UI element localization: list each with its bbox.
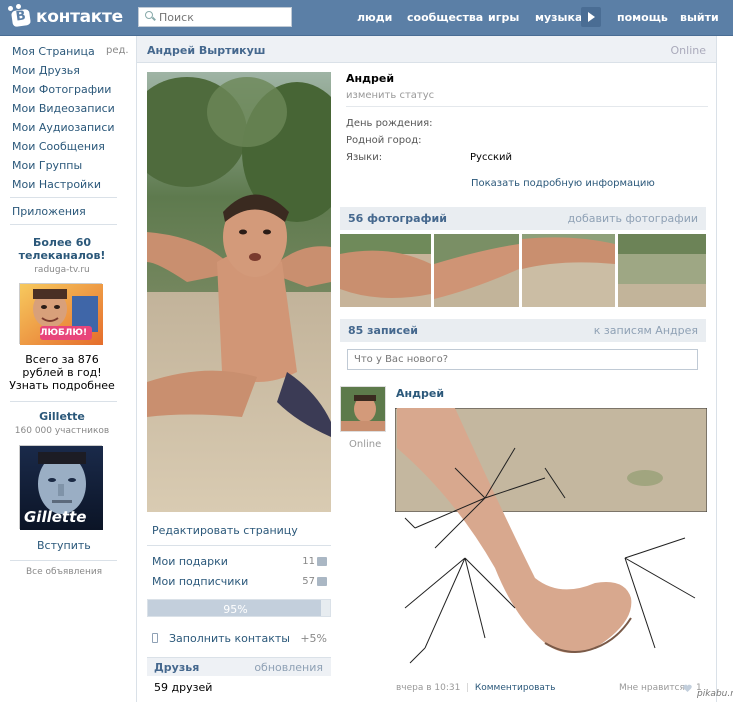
nav-logout[interactable]: выйти (680, 11, 719, 24)
ad-title[interactable]: Более 60 телеканалов! (8, 236, 116, 262)
gifts-count: 11 (302, 556, 315, 567)
post-like-label[interactable]: Мне нравится (619, 683, 685, 693)
vk-logo[interactable]: контакте (8, 4, 123, 28)
post-meta: вчера в 10:31 | Комментировать (396, 683, 556, 693)
menu-my-groups[interactable]: Мои Группы (12, 159, 82, 172)
followers-count: 57 (302, 576, 315, 587)
nav-help[interactable]: помощь (617, 11, 668, 24)
ad-divider (10, 560, 117, 561)
photo-thumb[interactable] (340, 234, 431, 307)
phone-icon (152, 633, 158, 643)
add-photos-link[interactable]: добавить фотографии (568, 212, 698, 225)
menu-my-messages[interactable]: Мои Сообщения (12, 140, 105, 153)
photo-thumb[interactable] (522, 234, 615, 307)
friends-header: Друзья обновления (147, 657, 331, 676)
column-divider (136, 36, 137, 702)
menu-my-photos[interactable]: Мои Фотографии (12, 83, 111, 96)
ad-join-button[interactable]: Вступить (37, 539, 91, 552)
menu-my-audio[interactable]: Мои Аудиозаписи (12, 121, 115, 134)
gifts-label[interactable]: Мои подарки (152, 555, 228, 568)
vk-logo-icon (8, 4, 34, 28)
post-comment-link[interactable]: Комментировать (475, 683, 556, 693)
languages-value: Русский (470, 152, 512, 163)
search-icon (143, 9, 159, 25)
heart-icon[interactable] (683, 684, 692, 692)
profile-full-name: Андрей Выртикуш (147, 44, 266, 57)
languages-label: Языки: (346, 152, 383, 163)
profile-divider (147, 545, 331, 546)
post-online-status: Online (349, 439, 382, 450)
menu-my-friends[interactable]: Мои Друзья (12, 64, 80, 77)
nav-music[interactable]: музыка (535, 11, 582, 24)
menu-my-settings[interactable]: Мои Настройки (12, 178, 101, 191)
wall-link[interactable]: к записям Андрея (594, 324, 698, 337)
play-icon[interactable] (581, 7, 601, 27)
wall-post-input[interactable] (347, 349, 698, 370)
photos-title[interactable]: 56 фотографий (348, 212, 447, 225)
hometown-label: Родной город: (346, 135, 422, 146)
ad-divider (10, 401, 117, 402)
online-status: Online (670, 44, 706, 57)
column-divider (716, 36, 717, 702)
followers-row[interactable]: Мои подписчики 57 (147, 575, 331, 588)
search-input[interactable] (159, 10, 287, 24)
profile-header: Андрей Выртикуш Online (137, 36, 716, 63)
ad-image-text: ЛЮБЛЮ! (40, 328, 88, 338)
birthday-label: День рождения: (346, 118, 433, 129)
ad-domain: raduga-tv.ru (34, 265, 90, 275)
edit-page-link[interactable]: Редактировать страницу (152, 524, 336, 537)
fill-contacts-label[interactable]: Заполнить контакты (169, 632, 290, 645)
menu-edit-link[interactable]: ред. (106, 45, 129, 56)
search-box[interactable] (138, 7, 292, 27)
profile-completeness-bar: 95% (147, 599, 331, 617)
wall-title[interactable]: 85 записей (348, 324, 418, 337)
fill-contacts-row[interactable]: Заполнить контакты +5% (147, 632, 331, 645)
photos-header: 56 фотографий добавить фотографии (340, 207, 706, 230)
ad-text[interactable]: Всего за 876 рублей в год! Узнать подроб… (8, 353, 116, 392)
menu-my-videos[interactable]: Мои Видеозаписи (12, 102, 115, 115)
menu-my-page[interactable]: Моя Страница (12, 45, 95, 58)
gifts-row[interactable]: Мои подарки 11 (147, 555, 331, 568)
nav-games[interactable]: игры (488, 11, 519, 24)
all-ads-link[interactable]: Все объявления (26, 567, 102, 577)
menu-divider (10, 224, 117, 225)
ad-raduga[interactable]: Более 60 телеканалов! raduga-tv.ru (8, 236, 116, 275)
ad-gillette-wordmark: Gillette (24, 508, 87, 526)
post-time[interactable]: вчера в 10:31 (396, 683, 460, 693)
followers-icon (317, 577, 327, 586)
wall-header: 85 записей к записям Андрея (340, 319, 706, 342)
nav-communities[interactable]: сообщества (407, 11, 483, 24)
profile-photo[interactable] (147, 72, 331, 512)
status-edit-link[interactable]: изменить статус (346, 90, 434, 101)
friends-updates-link[interactable]: обновления (254, 661, 323, 674)
friends-count: 59 друзей (154, 681, 213, 694)
menu-divider (10, 197, 117, 198)
photo-thumb[interactable] (434, 234, 519, 307)
fill-contacts-bonus: +5% (300, 632, 327, 645)
top-bar: контакте люди сообщества игры музыка пом… (0, 0, 733, 36)
info-divider (346, 106, 708, 107)
watermark: pikabu.ru (697, 689, 733, 699)
gift-icon (317, 557, 327, 566)
post-author[interactable]: Андрей (396, 387, 444, 400)
more-info-link[interactable]: Показать подробную информацию (471, 178, 655, 189)
post-avatar[interactable] (340, 386, 386, 432)
friends-title[interactable]: Друзья (154, 661, 199, 674)
post-image[interactable] (395, 408, 707, 670)
profile-first-name: Андрей (346, 72, 395, 85)
followers-label[interactable]: Мои подписчики (152, 575, 248, 588)
photo-thumb[interactable] (618, 234, 706, 307)
ad-members: 160 000 участников (14, 426, 110, 436)
ad-gillette[interactable]: Gillette 160 000 участников (8, 410, 116, 436)
progress-label: 95% (223, 603, 248, 616)
menu-apps[interactable]: Приложения (12, 205, 86, 218)
ad-title[interactable]: Gillette (8, 410, 116, 423)
nav-people[interactable]: люди (357, 11, 392, 24)
logo-text: контакте (36, 7, 123, 27)
